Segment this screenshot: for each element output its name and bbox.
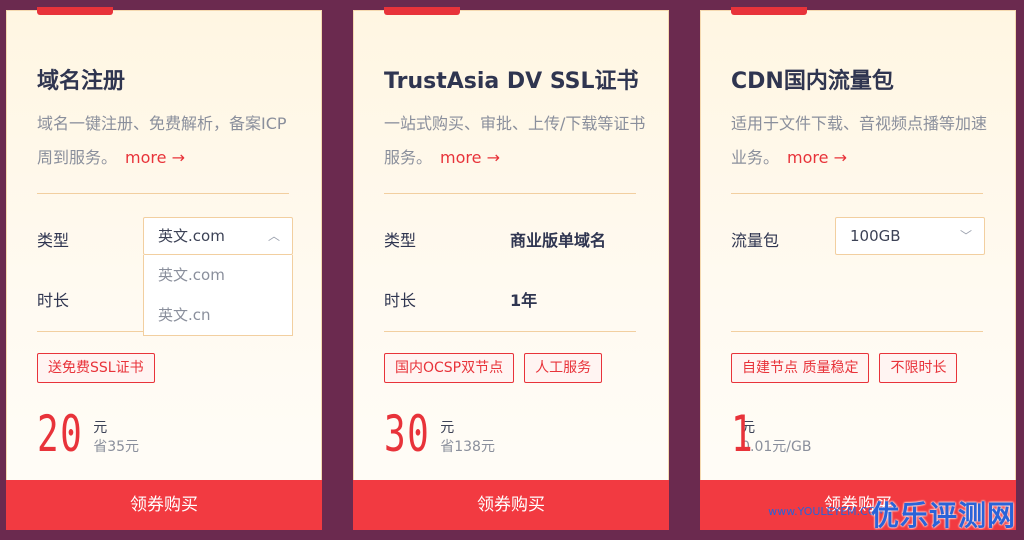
buy-with-coupon-button[interactable]: 领券购买	[353, 480, 669, 530]
more-link-label: more	[787, 148, 829, 167]
divider	[384, 331, 636, 332]
price-amount: 30	[384, 405, 431, 463]
duration-label: 时长	[37, 291, 70, 310]
more-link[interactable]: more →	[440, 148, 500, 167]
more-link[interactable]: more →	[787, 148, 847, 167]
traffic-package-select[interactable]: 100GB ﹀	[835, 217, 985, 255]
type-value: 商业版单域名	[510, 231, 607, 250]
duration-value: 1年	[510, 291, 538, 310]
feature-tags: 自建节点 质量稳定 不限时长	[731, 353, 958, 383]
price-meta: 元 省138元	[440, 419, 495, 459]
feature-tag: 国内OCSP双节点	[384, 353, 515, 383]
card-description-text: 一站式购买、审批、上传/下载等证书服务。	[384, 114, 646, 167]
divider	[731, 331, 983, 332]
type-label: 类型	[384, 231, 417, 250]
feature-tag: 自建节点 质量稳定	[731, 353, 870, 383]
feature-tag: 送免费SSL证书	[37, 353, 155, 383]
price-meta: 元 省35元	[93, 419, 139, 459]
more-link-label: more	[125, 148, 167, 167]
card-description: 域名一键注册、免费解析，备案ICP周到服务。 more →	[37, 107, 299, 175]
card-title: TrustAsia DV SSL证书	[384, 69, 639, 94]
dropdown-option-com[interactable]: 英文.com	[144, 255, 292, 295]
more-link-label: more	[440, 148, 482, 167]
price-amount: 20	[37, 405, 84, 463]
card-title: CDN国内流量包	[731, 69, 894, 94]
feature-tag: 不限时长	[879, 353, 958, 383]
card-accent-bar	[731, 7, 807, 15]
card-accent-bar	[37, 7, 113, 15]
divider	[731, 193, 983, 194]
chevron-up-icon: ︿	[267, 229, 280, 243]
card-description: 适用于文件下载、音视频点播等加速业务。 more →	[731, 107, 993, 175]
watermark-url: www.YOULEYEM.COM	[768, 505, 886, 518]
price-block: 30 元 省138元	[384, 409, 495, 459]
feature-tags: 送免费SSL证书	[37, 353, 155, 383]
card-description: 一站式购买、审批、上传/下载等证书服务。 more →	[384, 107, 646, 175]
price-amount: 1	[731, 405, 755, 463]
traffic-package-label: 流量包	[731, 231, 780, 250]
domain-registration-card: 域名注册 域名一键注册、免费解析，备案ICP周到服务。 more → 类型 英文.…	[6, 7, 322, 530]
card-accent-bar	[384, 7, 460, 15]
card-title: 域名注册	[37, 69, 126, 94]
duration-label: 时长	[384, 291, 417, 310]
price-block: 20 元 省35元	[37, 409, 139, 459]
arrow-right-icon: →	[171, 148, 185, 167]
divider	[384, 193, 636, 194]
card-description-text: 适用于文件下载、音视频点播等加速业务。	[731, 114, 988, 167]
divider	[37, 193, 289, 194]
dropdown-option-cn[interactable]: 英文.cn	[144, 295, 292, 335]
price-savings: 省35元	[93, 439, 140, 455]
price-unit: 元	[93, 420, 108, 436]
price-block: 1 元 0.01元/GB	[731, 409, 811, 459]
price-savings: 省138元	[440, 439, 495, 455]
traffic-package-value: 100GB	[850, 227, 901, 245]
cdn-traffic-card: CDN国内流量包 适用于文件下载、音视频点播等加速业务。 more → 流量包 1…	[700, 7, 1016, 530]
type-select-value: 英文.com	[158, 227, 225, 245]
type-label: 类型	[37, 231, 70, 250]
buy-with-coupon-button[interactable]: 领券购买	[6, 480, 322, 530]
chevron-down-icon: ﹀	[959, 229, 972, 243]
feature-tags: 国内OCSP双节点 人工服务	[384, 353, 603, 383]
more-link[interactable]: more →	[125, 148, 185, 167]
site-watermark: 优乐评测网	[870, 499, 1016, 532]
price-unit: 元	[440, 420, 455, 436]
feature-tag: 人工服务	[524, 353, 603, 383]
ssl-certificate-card: TrustAsia DV SSL证书 一站式购买、审批、上传/下载等证书服务。 m…	[353, 7, 669, 530]
type-dropdown: 英文.com 英文.cn	[143, 255, 293, 336]
arrow-right-icon: →	[833, 148, 847, 167]
type-select[interactable]: 英文.com ︿	[143, 217, 293, 255]
arrow-right-icon: →	[486, 148, 500, 167]
